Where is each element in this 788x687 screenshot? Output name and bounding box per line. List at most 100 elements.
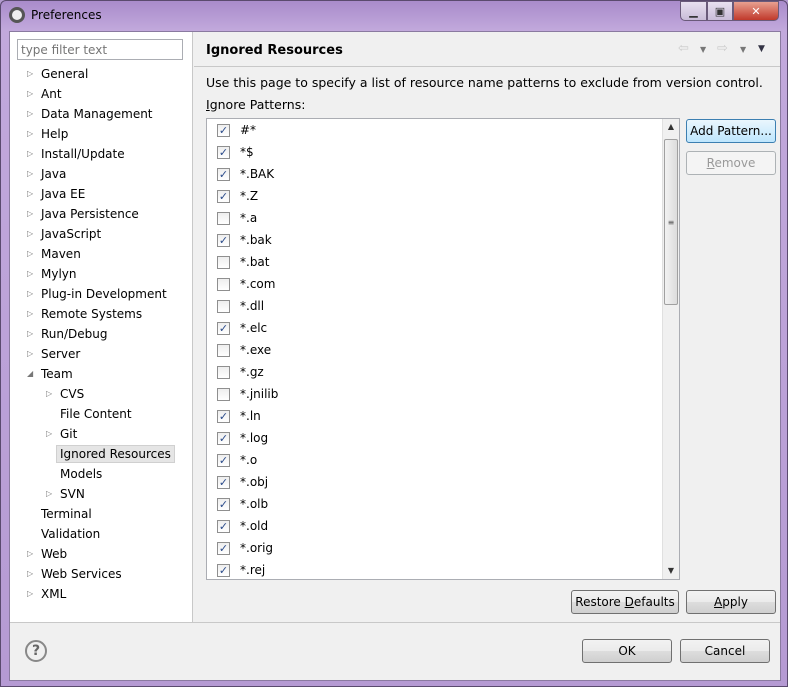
- expand-arrow-icon[interactable]: ▷: [27, 65, 33, 83]
- expand-arrow-icon[interactable]: ▷: [27, 285, 33, 303]
- pattern-checkbox[interactable]: ✓: [217, 409, 230, 423]
- pattern-row[interactable]: *.dll: [217, 296, 264, 316]
- pattern-row[interactable]: *.bat: [217, 252, 270, 272]
- pattern-row[interactable]: *.jnilib: [217, 384, 278, 404]
- tree-item[interactable]: ▷ Ant: [27, 85, 62, 103]
- expand-arrow-icon[interactable]: ▷: [27, 125, 33, 143]
- pattern-checkbox[interactable]: ✓: [217, 453, 230, 467]
- tree-item[interactable]: ▷ Web Services: [27, 565, 122, 583]
- remove-button[interactable]: Remove: [686, 151, 776, 175]
- pattern-checkbox[interactable]: [217, 387, 230, 401]
- scroll-down-icon[interactable]: ▼: [663, 563, 679, 579]
- expand-arrow-icon[interactable]: ▷: [27, 585, 33, 603]
- pattern-checkbox[interactable]: [217, 343, 230, 357]
- restore-defaults-button[interactable]: Restore Defaults: [571, 590, 679, 614]
- expand-arrow-icon[interactable]: ▷: [27, 565, 33, 583]
- tree-item[interactable]: ▷ Help: [27, 125, 68, 143]
- tree-item[interactable]: ▷ XML: [27, 585, 66, 603]
- pattern-row[interactable]: ✓ *.elc: [217, 318, 267, 338]
- expand-arrow-icon[interactable]: ▷: [27, 105, 33, 123]
- expand-arrow-icon[interactable]: ▷: [27, 545, 33, 563]
- tree-item[interactable]: Models: [60, 465, 102, 483]
- tree-item[interactable]: ▷ Server: [27, 345, 80, 363]
- pattern-row[interactable]: *.exe: [217, 340, 271, 360]
- tree-item[interactable]: ▷ JavaScript: [27, 225, 101, 243]
- close-button[interactable]: ✕: [733, 1, 779, 21]
- expand-arrow-icon[interactable]: ▷: [27, 205, 33, 223]
- pattern-row[interactable]: ✓ *.rej: [217, 560, 265, 579]
- pattern-checkbox[interactable]: [217, 365, 230, 379]
- expand-arrow-icon[interactable]: ▷: [46, 425, 52, 443]
- tree-item[interactable]: ▷ Java EE: [27, 185, 85, 203]
- pattern-row[interactable]: *.gz: [217, 362, 264, 382]
- pattern-checkbox[interactable]: [217, 299, 230, 313]
- pattern-row[interactable]: ✓ #*: [217, 120, 256, 140]
- pattern-checkbox[interactable]: [217, 255, 230, 269]
- pattern-checkbox[interactable]: ✓: [217, 431, 230, 445]
- tree-item[interactable]: ▷ Java: [27, 165, 66, 183]
- expand-arrow-icon[interactable]: ▷: [27, 245, 33, 263]
- ok-button[interactable]: OK: [582, 639, 672, 663]
- pattern-checkbox[interactable]: ✓: [217, 167, 230, 181]
- pattern-checkbox[interactable]: ✓: [217, 563, 230, 577]
- back-arrow-icon[interactable]: ⇦: [678, 41, 689, 56]
- pattern-checkbox[interactable]: ✓: [217, 475, 230, 489]
- pattern-row[interactable]: ✓ *.old: [217, 516, 268, 536]
- view-menu-icon[interactable]: ▼: [758, 44, 765, 54]
- scrollbar-thumb[interactable]: ≡: [664, 139, 678, 305]
- add-pattern-button[interactable]: Add Pattern...: [686, 119, 776, 143]
- tree-item[interactable]: ▷ Maven: [27, 245, 81, 263]
- tree-item[interactable]: ▷ Git: [46, 425, 77, 443]
- minimize-button[interactable]: ▁: [680, 1, 707, 21]
- tree-item[interactable]: ▷ SVN: [46, 485, 85, 503]
- pattern-checkbox[interactable]: ✓: [217, 145, 230, 159]
- pattern-row[interactable]: ✓ *.orig: [217, 538, 273, 558]
- tree-item[interactable]: Ignored Resources: [56, 445, 175, 463]
- expand-arrow-icon[interactable]: ▷: [27, 225, 33, 243]
- expand-arrow-icon[interactable]: ▷: [27, 265, 33, 283]
- tree-item[interactable]: ▷ Plug-in Development: [27, 285, 167, 303]
- pattern-checkbox[interactable]: ✓: [217, 519, 230, 533]
- expand-arrow-icon[interactable]: ▷: [46, 485, 52, 503]
- maximize-button[interactable]: ▣: [707, 1, 733, 21]
- tree-item[interactable]: ◢ Team: [27, 365, 73, 383]
- tree-item[interactable]: ▷ Install/Update: [27, 145, 125, 163]
- pattern-row[interactable]: ✓ *.obj: [217, 472, 268, 492]
- pattern-checkbox[interactable]: ✓: [217, 497, 230, 511]
- pattern-row[interactable]: ✓ *.olb: [217, 494, 268, 514]
- pattern-checkbox[interactable]: ✓: [217, 233, 230, 247]
- expand-arrow-icon[interactable]: ▷: [27, 345, 33, 363]
- tree-item[interactable]: ▷ Data Management: [27, 105, 153, 123]
- expand-arrow-icon[interactable]: ▷: [27, 185, 33, 203]
- ignore-patterns-list[interactable]: ✓ #* ✓ *$ ✓ *.BAK ✓ *.Z *.a ✓ *.bak *.bat *.com *.dll…: [206, 118, 680, 580]
- tree-item[interactable]: ▷ Java Persistence: [27, 205, 139, 223]
- cancel-button[interactable]: Cancel: [680, 639, 770, 663]
- tree-item[interactable]: ▷ Run/Debug: [27, 325, 108, 343]
- apply-button[interactable]: Apply: [686, 590, 776, 614]
- expand-arrow-icon[interactable]: ▷: [27, 165, 33, 183]
- collapse-arrow-icon[interactable]: ◢: [27, 365, 33, 383]
- pattern-row[interactable]: ✓ *.ln: [217, 406, 261, 426]
- expand-arrow-icon[interactable]: ▷: [27, 145, 33, 163]
- expand-arrow-icon[interactable]: ▷: [46, 385, 52, 403]
- scroll-up-icon[interactable]: ▲: [663, 119, 679, 135]
- pattern-checkbox[interactable]: ✓: [217, 189, 230, 203]
- tree-item[interactable]: ▷ Web: [27, 545, 67, 563]
- pattern-row[interactable]: ✓ *.log: [217, 428, 268, 448]
- tree-item[interactable]: ▷ CVS: [46, 385, 84, 403]
- pattern-row[interactable]: ✓ *.bak: [217, 230, 272, 250]
- tree-item[interactable]: ▷ Remote Systems: [27, 305, 142, 323]
- tree-item[interactable]: ▷ General: [27, 65, 88, 83]
- pattern-checkbox[interactable]: [217, 277, 230, 291]
- expand-arrow-icon[interactable]: ▷: [27, 325, 33, 343]
- pattern-row[interactable]: ✓ *$: [217, 142, 254, 162]
- tree-item[interactable]: Terminal: [41, 505, 92, 523]
- back-menu-icon[interactable]: ▼: [700, 45, 706, 54]
- expand-arrow-icon[interactable]: ▷: [27, 305, 33, 323]
- forward-menu-icon[interactable]: ▼: [740, 45, 746, 54]
- expand-arrow-icon[interactable]: ▷: [27, 85, 33, 103]
- pattern-checkbox[interactable]: ✓: [217, 123, 230, 137]
- pattern-checkbox[interactable]: ✓: [217, 321, 230, 335]
- filter-input[interactable]: [17, 39, 183, 60]
- vertical-scrollbar[interactable]: ▲ ≡ ▼: [662, 119, 679, 579]
